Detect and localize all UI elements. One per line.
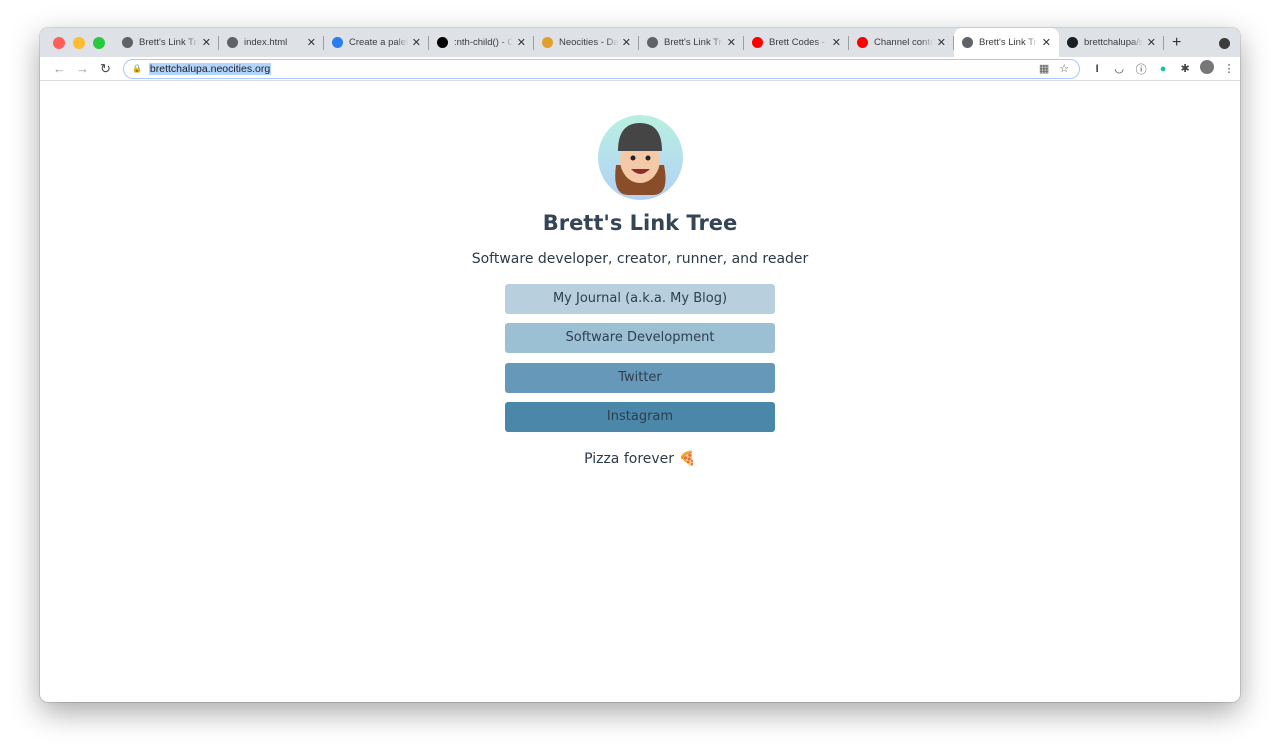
lock-icon: 🔒	[131, 64, 142, 73]
page-content: Brett's Link Tree Software developer, cr…	[40, 81, 1240, 701]
footer-text: Pizza forever 🍕	[584, 451, 696, 467]
link-button[interactable]: Instagram	[505, 402, 775, 432]
forward-button[interactable]: →	[71, 61, 94, 76]
github-icon	[1067, 37, 1078, 48]
close-tab-icon[interactable]: ✕	[1042, 36, 1051, 49]
tab[interactable]: index.html ✕	[219, 28, 324, 57]
globe-icon	[962, 37, 973, 48]
more-menu-icon[interactable]: ⋮	[1218, 62, 1240, 75]
pocket-icon[interactable]: ◡	[1108, 62, 1130, 75]
close-tab-icon[interactable]: ✕	[517, 36, 526, 49]
globe-icon	[227, 37, 238, 48]
globe-icon	[122, 37, 133, 48]
address-bar[interactable]: 🔒 brettchalupa.neocities.org ▦ ☆	[122, 58, 1081, 79]
youtube-icon	[857, 37, 868, 48]
close-tab-icon[interactable]: ✕	[832, 36, 841, 49]
tab-title: Channel conte	[874, 37, 933, 48]
grammarly-icon[interactable]: ●	[1152, 63, 1174, 75]
page-title: Brett's Link Tree	[542, 211, 738, 235]
tab-title: brettchalupa/s	[1084, 37, 1143, 48]
close-tab-icon[interactable]: ✕	[202, 36, 211, 49]
tab[interactable]: Neocities - Da ✕	[534, 28, 639, 57]
tab-bar: Brett's Link Tre ✕ index.html ✕ Create a pal…	[40, 28, 1240, 57]
browser-window: Brett's Link Tre ✕ index.html ✕ Create a pal…	[40, 28, 1240, 702]
toolbar: ← → ↻ 🔒 brettchalupa.neocities.org ▦ ☆ I…	[40, 57, 1240, 81]
link-button[interactable]: Twitter	[505, 363, 775, 393]
bookmark-star-icon[interactable]: ☆	[1059, 62, 1069, 75]
tab[interactable]: Brett Codes - Y ✕	[744, 28, 849, 57]
instapaper-icon[interactable]: I	[1086, 63, 1108, 75]
youtube-icon	[752, 37, 763, 48]
tab[interactable]: Channel conte ✕	[849, 28, 954, 57]
link-button[interactable]: My Journal (a.k.a. My Blog)	[505, 284, 775, 314]
minimize-window-button[interactable]	[73, 36, 85, 49]
tab[interactable]: :nth-child() - C ✕	[429, 28, 534, 57]
close-tab-icon[interactable]: ✕	[412, 36, 421, 49]
neocities-cat-icon	[542, 37, 553, 48]
tab-title: Create a palett	[349, 37, 408, 48]
close-tab-icon[interactable]: ✕	[1147, 36, 1156, 49]
tab[interactable]: Brett's Link Tre ✕	[639, 28, 744, 57]
tab[interactable]: Brett's Link Tre ✕	[954, 28, 1059, 57]
tab-title: Brett's Link Tre	[979, 37, 1038, 48]
page-subtitle: Software developer, creator, runner, and…	[471, 251, 809, 267]
onepassword-icon[interactable]: ⓘ	[1130, 61, 1152, 77]
new-tab-button[interactable]: +	[1172, 34, 1181, 52]
window-controls	[40, 36, 114, 49]
back-button[interactable]: ←	[48, 61, 71, 76]
qr-code-icon[interactable]: ▦	[1039, 62, 1049, 75]
tab[interactable]: Brett's Link Tre ✕	[114, 28, 219, 57]
coolors-icon	[332, 37, 343, 48]
avatar	[598, 115, 683, 200]
close-tab-icon[interactable]: ✕	[727, 36, 736, 49]
maximize-window-button[interactable]	[93, 36, 105, 49]
reload-button[interactable]: ↻	[94, 61, 117, 77]
extensions-puzzle-icon[interactable]: ✱	[1174, 62, 1196, 75]
close-tab-icon[interactable]: ✕	[622, 36, 631, 49]
close-tab-icon[interactable]: ✕	[307, 36, 316, 49]
tab-title: Brett Codes - Y	[769, 37, 828, 48]
tab-title: Brett's Link Tre	[139, 37, 198, 48]
link-button[interactable]: Software Development	[505, 323, 775, 353]
tab-title: Neocities - Da	[559, 37, 618, 48]
css-tricks-icon	[437, 37, 448, 48]
close-tab-icon[interactable]: ✕	[937, 36, 946, 49]
tab[interactable]: brettchalupa/s ✕	[1059, 28, 1164, 57]
url-text[interactable]: brettchalupa.neocities.org	[148, 62, 272, 75]
tab-title: Brett's Link Tre	[664, 37, 723, 48]
close-window-button[interactable]	[53, 36, 65, 49]
tab-title: index.html	[244, 37, 288, 48]
tab-search-icon[interactable]	[1219, 38, 1230, 49]
globe-icon	[647, 37, 658, 48]
tab[interactable]: Create a palett ✕	[324, 28, 429, 57]
profile-avatar[interactable]	[1196, 60, 1218, 77]
tab-title: :nth-child() - C	[454, 37, 513, 48]
